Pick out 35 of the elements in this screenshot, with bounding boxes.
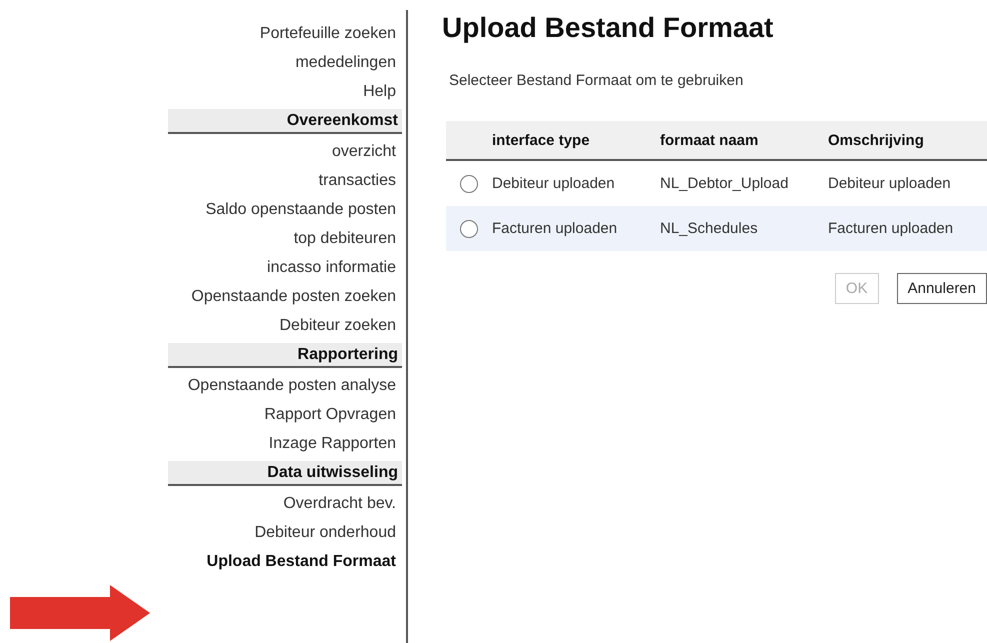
sidebar-section-header: Data uitwisseling bbox=[168, 461, 402, 486]
sidebar-link[interactable]: incasso informatie bbox=[166, 254, 402, 283]
radio-button[interactable] bbox=[460, 220, 478, 238]
table-row[interactable]: Debiteur uploaden NL_Debtor_Upload Debiteur uploaden bbox=[446, 161, 987, 206]
page-subtitle: Selecteer Bestand Formaat om te gebruiken bbox=[449, 72, 744, 89]
sidebar-link[interactable]: Upload Bestand Formaat bbox=[166, 548, 402, 577]
sidebar-link[interactable]: transacties bbox=[166, 167, 402, 196]
table-cell-text: NL_Debtor_Upload bbox=[660, 175, 790, 192]
column-header: Omschrijving bbox=[828, 132, 925, 148]
page-title: Upload Bestand Formaat bbox=[442, 12, 774, 44]
table-cell-text: Debiteur uploaden bbox=[828, 175, 952, 192]
sidebar-link[interactable]: Rapport Opvragen bbox=[166, 401, 402, 430]
table-cell-text: NL_Schedules bbox=[660, 220, 759, 237]
sidebar-link[interactable]: Debiteur zoeken bbox=[166, 312, 402, 341]
sidebar-section-header: Rapportering bbox=[168, 343, 402, 368]
dialog-button[interactable]: Annuleren bbox=[896, 273, 987, 304]
sidebar-link[interactable]: overzicht bbox=[166, 138, 402, 167]
table-cell-text: Facturen uploaden bbox=[492, 220, 618, 237]
radio-button[interactable] bbox=[460, 174, 478, 192]
sidebar-link[interactable]: Debiteur onderhoud bbox=[166, 519, 402, 548]
sidebar-link[interactable]: Saldo openstaande posten bbox=[166, 196, 402, 225]
sidebar-link[interactable]: Openstaande posten analyse bbox=[166, 372, 402, 401]
table-cell-text: Debiteur uploaden bbox=[492, 175, 616, 192]
sidebar-section-header: Overeenkomst bbox=[168, 109, 402, 134]
sidebar-link[interactable]: top debiteuren bbox=[166, 225, 402, 254]
table-row[interactable]: Facturen uploaden NL_Schedules Facturen uploaden bbox=[446, 206, 987, 251]
sidebar-link[interactable]: Openstaande posten zoeken bbox=[166, 283, 402, 312]
table-cell-text: Facturen uploaden bbox=[828, 220, 954, 237]
sidebar-link[interactable]: Inzage Rapporten bbox=[166, 430, 402, 459]
sidebar-link[interactable]: mededelingen bbox=[166, 49, 402, 78]
column-header: interface type bbox=[492, 132, 591, 148]
sidebar-link[interactable]: Help bbox=[166, 78, 402, 107]
sidebar-link[interactable]: Overdracht bev. bbox=[166, 490, 402, 519]
column-header: formaat naam bbox=[660, 132, 760, 148]
sidebar-link[interactable]: Portefeuille zoeken bbox=[166, 20, 402, 49]
